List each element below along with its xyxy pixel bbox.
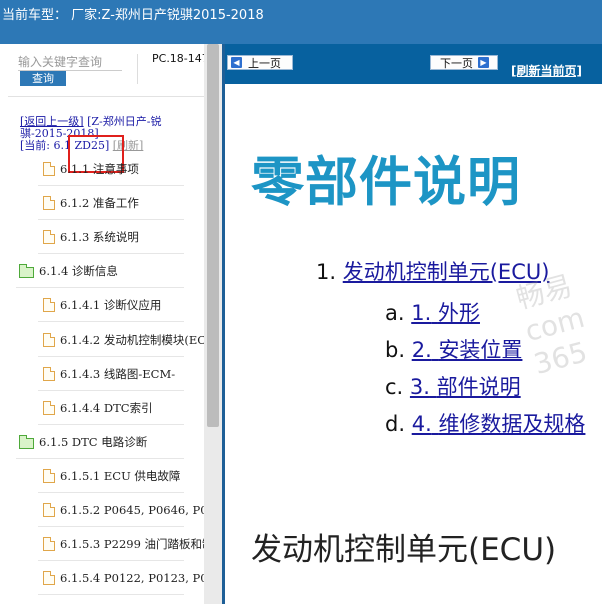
tree-item[interactable]: 6.1.4.1 诊断仪应用	[43, 294, 204, 316]
divider	[16, 287, 184, 288]
file-icon	[43, 196, 55, 210]
file-icon	[43, 230, 55, 244]
window-title: 当前车型： 厂家:Z-郑州日产锐骐2015-2018	[2, 8, 264, 23]
toc-item-text: 安装位置	[438, 338, 523, 362]
tree-item-label: 6.1.4 诊断信息	[39, 264, 118, 278]
divider	[38, 390, 184, 391]
next-page-label: 下一页	[440, 56, 473, 70]
toc-item-text: 维修数据及规格	[438, 412, 586, 436]
toc-item-link[interactable]: 1. 外形	[411, 301, 480, 325]
divider	[38, 185, 184, 186]
file-icon	[43, 571, 55, 585]
divider	[38, 356, 184, 357]
tree-item-label: 6.1.3 系统说明	[60, 230, 139, 244]
divider	[38, 594, 184, 595]
toc-item-number: 1.	[411, 301, 432, 325]
tree-item[interactable]: 6.1.1 注意事项	[43, 158, 204, 180]
nav-bar: ◀ 上一页 下一页 ▶ [刷新当前页]	[225, 44, 602, 84]
tree-folder[interactable]: 6.1.4 诊断信息	[19, 260, 204, 282]
divider	[38, 253, 184, 254]
content-panel: ◀ 上一页 下一页 ▶ [刷新当前页] 零部件说明 1. 发动机控制单元(ECU…	[222, 44, 602, 604]
scrollbar[interactable]	[204, 44, 222, 604]
tree-item[interactable]: 6.1.5.1 ECU 供电故障	[43, 465, 204, 487]
page-title: 零部件说明	[251, 152, 521, 213]
title-bar: 当前车型： 厂家:Z-郑州日产锐骐2015-2018	[0, 0, 602, 44]
section-heading: 发动机控制单元(ECU)	[251, 532, 557, 568]
toc-item: c. 3. 部件说明	[385, 371, 521, 401]
prev-page-button[interactable]: ◀ 上一页	[227, 55, 293, 70]
divider	[8, 96, 204, 97]
tree-item[interactable]: 6.1.4.4 DTC索引	[43, 397, 204, 419]
tree-item-label: 6.1.2 准备工作	[60, 196, 139, 210]
divider	[16, 458, 184, 459]
toc-item-link[interactable]: 2. 安装位置	[412, 338, 523, 362]
divider	[38, 321, 184, 322]
divider	[38, 560, 184, 561]
toc-main-link[interactable]: 发动机控制单元(ECU)	[343, 260, 550, 284]
toc-item-letter: b.	[385, 338, 406, 362]
toc-item-number: 4.	[411, 412, 432, 436]
tree-item-label: 6.1.4.1 诊断仪应用	[60, 298, 162, 312]
watermark: 畅易 com 365	[512, 268, 591, 382]
scroll-thumb[interactable]	[207, 44, 219, 427]
toc-item: a. 1. 外形	[385, 297, 480, 327]
file-icon	[43, 162, 55, 176]
folder-icon	[19, 434, 34, 449]
tree-item[interactable]: 6.1.4.3 线路图-ECM-	[43, 363, 204, 385]
toc-item-number: 3.	[409, 375, 430, 399]
tree-item[interactable]: 6.1.3 系统说明	[43, 226, 204, 248]
tree-item-label: 6.1.4.2 发动机控制模块(ECM)	[60, 333, 204, 347]
tree-item-label: 6.1.5.2 P0645, P0646, P0647	[60, 503, 204, 517]
breadcrumb-current-label: [当前:	[20, 139, 50, 152]
search-button[interactable]: 查询	[20, 71, 66, 86]
tree-item-label: 6.1.5.1 ECU 供电故障	[60, 469, 181, 483]
next-page-button[interactable]: 下一页 ▶	[430, 55, 498, 70]
divider	[38, 492, 184, 493]
file-icon	[43, 469, 55, 483]
tree-item-label: 6.1.4.3 线路图-ECM-	[60, 367, 176, 381]
toc-item-letter: d.	[385, 412, 406, 436]
left-panel: 查询 PC.18-147 [返回上一级] [Z-郑州日产-锐 骐-2015-20…	[0, 44, 222, 604]
file-icon	[43, 333, 55, 347]
tree-item-label: 6.1.5 DTC 电路诊断	[39, 435, 148, 449]
toc-item-letter: c.	[385, 375, 404, 399]
tree-item-label: 6.1.5.4 P0122, P0123, P0222	[60, 571, 204, 585]
toc-item-number: 2.	[411, 338, 432, 362]
toc-item-text: 外形	[437, 301, 480, 325]
tree-item[interactable]: 6.1.4.2 发动机控制模块(ECM)	[43, 329, 204, 351]
toc-item: d. 4. 维修数据及规格	[385, 408, 585, 438]
tree-folder[interactable]: 6.1.5 DTC 电路诊断	[19, 431, 204, 453]
divider	[38, 219, 184, 220]
toc-main-number: 1.	[316, 260, 337, 284]
search-input[interactable]	[18, 54, 122, 71]
file-icon	[43, 401, 55, 415]
divider	[38, 424, 184, 425]
file-icon	[43, 298, 55, 312]
tree-item[interactable]: 6.1.5.4 P0122, P0123, P0222	[43, 567, 204, 589]
arrow-left-icon: ◀	[231, 57, 242, 68]
file-icon	[43, 503, 55, 517]
tree-item[interactable]: 6.1.5.2 P0645, P0646, P0647	[43, 499, 204, 521]
tree-item[interactable]: 6.1.2 准备工作	[43, 192, 204, 214]
toc-item-text: 部件说明	[436, 375, 521, 399]
toc-item-letter: a.	[385, 301, 405, 325]
toc-item-link[interactable]: 4. 维修数据及规格	[412, 412, 586, 436]
folder-icon	[19, 263, 34, 278]
tree-item[interactable]: 6.1.5.3 P2299 油门踏板和制动	[43, 533, 204, 555]
file-icon	[43, 367, 55, 381]
tree-item-label: 6.1.4.4 DTC索引	[60, 401, 153, 415]
arrow-right-icon: ▶	[478, 57, 489, 68]
divider	[137, 54, 138, 84]
pc-code: PC.18-147	[152, 52, 209, 65]
toc-item: b. 2. 安装位置	[385, 334, 522, 364]
divider	[38, 526, 184, 527]
toc-main: 1. 发动机控制单元(ECU)	[316, 256, 549, 286]
file-icon	[43, 537, 55, 551]
tree-item-label: 6.1.1 注意事项	[60, 162, 139, 176]
tree-item-label: 6.1.5.3 P2299 油门踏板和制动	[60, 537, 204, 551]
refresh-page-link[interactable]: [刷新当前页]	[511, 62, 582, 79]
toc-item-link[interactable]: 3. 部件说明	[410, 375, 521, 399]
prev-page-label: 上一页	[248, 56, 281, 70]
